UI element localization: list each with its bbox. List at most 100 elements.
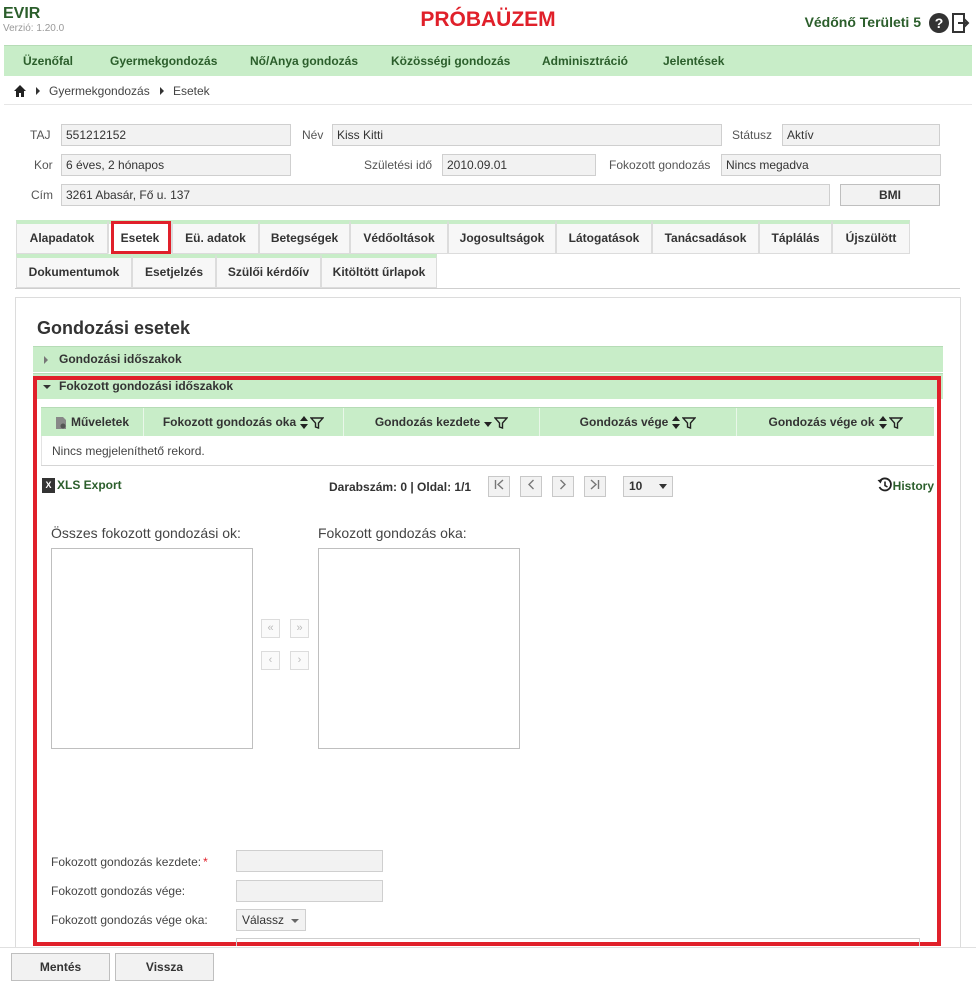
column-gondozas-vege[interactable]: Gondozás vége [540,408,737,436]
all-reasons-list[interactable] [51,548,253,749]
chevron-right-icon [44,356,48,364]
menu-item-jelentesek[interactable]: Jelentések [663,46,724,76]
intensive-care-label: Fokozott gondozás [609,158,711,172]
menu-item-kozossegi-gondozas[interactable]: Közösségi gondozás [391,46,510,76]
sort-desc-icon[interactable] [484,421,493,430]
tabs-divider [15,288,960,289]
tab-szuloi-kerdoiv[interactable]: Szülői kérdőív [216,254,321,288]
name-field: Kiss Kitti [332,124,722,146]
end-reason-select[interactable]: Válassz [236,909,306,931]
column-label: Gondozás vége ok [768,415,875,429]
birth-date-label: Születési idő [364,158,433,172]
column-fokozott-gondozas-oka[interactable]: Fokozott gondozás oka [144,408,344,436]
intensive-care-field: Nincs megadva [721,154,941,176]
age-field: 6 éves, 2 hónapos [61,154,291,176]
end-date-label: Fokozott gondozás vége: [51,884,186,898]
xls-export-button[interactable]: X XLS Export [42,478,122,494]
document-settings-icon [55,416,66,429]
tab-jogosultsagok[interactable]: Jogosultságok [448,220,556,254]
empty-grid-message: Nincs megjeleníthető rekord. [52,444,205,458]
xls-export-label: XLS Export [57,478,122,492]
breadcrumb: Gyermekgondozás Esetek [4,77,972,105]
column-gondozas-kezdete[interactable]: Gondozás kezdete [344,408,540,436]
start-date-input[interactable] [236,850,383,872]
record-count: Darabszám: 0 | Oldal: 1/1 [329,480,472,494]
chevron-down-icon [291,919,299,923]
last-page-icon [590,479,600,490]
app-logo: EVIR [3,5,41,22]
move-all-left-button[interactable]: « [261,619,280,638]
filter-icon[interactable] [888,416,903,430]
filter-icon[interactable] [310,416,325,430]
sort-icon[interactable] [672,415,681,430]
sort-icon[interactable] [878,415,887,430]
tab-vedooltasok[interactable]: Védőoltások [350,220,448,254]
logout-icon[interactable] [952,13,970,33]
start-date-label-text: Fokozott gondozás kezdete: [51,855,202,869]
excel-icon: X [42,478,55,494]
next-page-button[interactable] [552,476,574,497]
tab-alapadatok[interactable]: Alapadatok [16,220,108,254]
column-label: Gondozás vége [579,415,669,429]
end-reason-value: Válassz [242,913,285,927]
last-page-button[interactable] [584,476,606,497]
menu-item-no-anya-gondozas[interactable]: Nő/Anya gondozás [250,46,358,76]
tab-betegsegek[interactable]: Betegségek [259,220,350,254]
menu-item-gyermekgondozas[interactable]: Gyermekgondozás [110,46,217,76]
move-left-button[interactable]: ‹ [261,651,280,670]
prev-page-button[interactable] [520,476,542,497]
filter-icon[interactable] [494,416,509,430]
tab-eu-adatok[interactable]: Eü. adatok [172,220,259,254]
tab-kitoltott-urlapok[interactable]: Kitöltött űrlapok [321,254,437,288]
back-button[interactable]: Vissza [115,953,214,981]
end-reason-label: Fokozott gondozás vége oka: [51,913,208,927]
breadcrumb-item-gyermekgondozas[interactable]: Gyermekgondozás [49,84,150,98]
menu-item-uzenofal[interactable]: Üzenőfal [23,46,73,76]
main-menu: Üzenőfal Gyermekgondozás Nő/Anya gondozá… [4,45,972,76]
end-date-input[interactable] [236,880,383,902]
sort-icon[interactable] [300,415,309,430]
history-icon [877,477,892,492]
page-title: Gondozási esetek [37,318,191,338]
notes-textarea[interactable] [236,938,920,946]
taj-label: TAJ [30,128,51,142]
grid-header: Műveletek Fokozott gondozás oka Gondozás… [41,407,934,436]
home-icon[interactable] [13,84,27,98]
column-muveletek: Műveletek [41,408,144,436]
status-field: Aktív [782,124,940,146]
tab-latogatasok[interactable]: Látogatások [556,220,652,254]
tab-ujszulott[interactable]: Újszülött [832,220,910,254]
bmi-button[interactable]: BMI [840,184,940,206]
active-tab-highlight [111,221,171,254]
grid-border [41,465,934,466]
selected-reasons-list[interactable] [318,548,520,749]
current-user[interactable]: Védőnő Területi 5 [805,14,921,30]
name-label: Név [302,128,324,142]
breadcrumb-separator-icon [36,87,40,95]
filter-icon[interactable] [682,416,697,430]
tab-tanacsadasok[interactable]: Tanácsadások [652,220,759,254]
app-header: EVIR Verzió: 1.20.0 PRÓBAÜZEM Védőnő Ter… [0,0,976,42]
menu-item-adminisztracio[interactable]: Adminisztráció [542,46,628,76]
move-all-right-button[interactable]: » [290,619,309,638]
help-icon[interactable]: ? [929,13,949,33]
address-label: Cím [31,188,53,202]
tab-dokumentumok[interactable]: Dokumentumok [16,254,132,288]
tab-esetjelzes[interactable]: Esetjelzés [132,254,216,288]
first-page-button[interactable] [488,476,510,497]
history-button[interactable]: History [877,477,934,493]
address-field: 3261 Abasár, Fő u. 137 [61,184,830,206]
age-label: Kor [34,158,53,172]
column-label: Műveletek [70,415,130,429]
tab-taplalas[interactable]: Táplálás [759,220,832,254]
chevron-right-icon [560,479,566,490]
selected-reasons-label: Fokozott gondozás oka: [318,525,467,541]
move-right-button[interactable]: › [290,651,309,670]
column-label: Fokozott gondozás oka [162,415,297,429]
birth-date-field: 2010.09.01 [442,154,596,176]
accordion-gondozasi-idoszakok[interactable]: Gondozási időszakok [33,346,943,372]
breadcrumb-item-esetek: Esetek [173,84,210,98]
save-button[interactable]: Mentés [11,953,110,981]
page-size-select[interactable]: 10 [623,476,673,497]
column-gondozas-vege-ok[interactable]: Gondozás vége ok [737,408,934,436]
